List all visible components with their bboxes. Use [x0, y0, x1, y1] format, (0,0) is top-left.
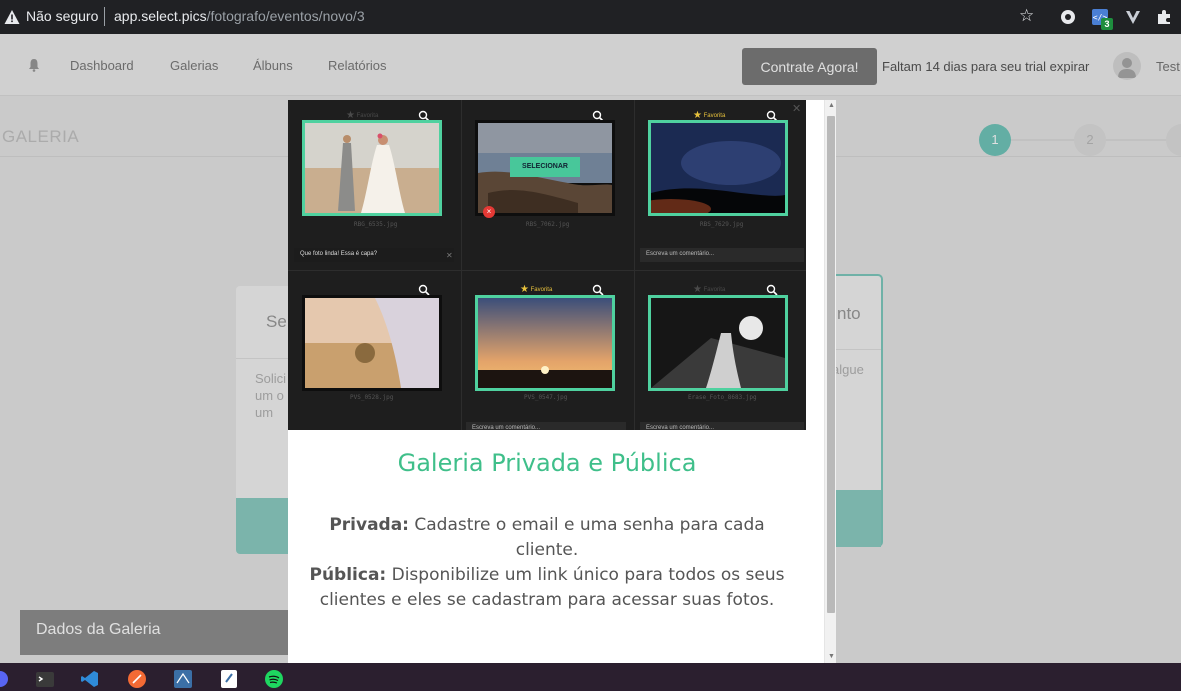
user-icon	[1118, 58, 1136, 78]
card-heading: Se	[266, 312, 287, 331]
favorite-label: Favorita	[703, 113, 726, 119]
user-name[interactable]: Test	[1156, 59, 1180, 74]
close-icon[interactable]: ✕	[792, 102, 801, 115]
card-body: Solici um o um	[255, 370, 286, 421]
step-2: 2	[1074, 124, 1106, 156]
postman-icon[interactable]	[127, 669, 147, 689]
card-body-line: um o	[255, 388, 284, 403]
nav-albuns[interactable]: Álbuns	[253, 58, 293, 73]
wedding-beach-photo	[305, 123, 439, 213]
photo-tile	[631, 120, 788, 219]
nav-galerias[interactable]: Galerias	[170, 58, 218, 73]
comment-field: Escreva um comentário...	[640, 422, 804, 430]
gallery-option-card-left: Se Solici um o um	[236, 286, 296, 554]
contrate-agora-button[interactable]: Contrate Agora!	[742, 48, 877, 85]
security-label[interactable]: Não seguro	[26, 8, 98, 24]
photo-filename: RBS_7629.jpg	[700, 221, 744, 228]
url-separator	[104, 7, 105, 26]
bookmark-star-icon[interactable]: ☆	[1019, 6, 1034, 26]
clear-comment-icon: ✕	[446, 251, 453, 260]
public-label: Pública:	[309, 565, 387, 585]
vscode-icon[interactable]	[80, 669, 100, 689]
scroll-up-icon[interactable]: ▲	[828, 102, 835, 109]
grid-divider	[288, 270, 806, 271]
night-sky-photo	[631, 123, 785, 219]
user-avatar[interactable]	[1113, 52, 1141, 80]
grid-divider	[634, 100, 635, 430]
url-host: app.select.pics	[114, 8, 207, 24]
dance-bw-photo	[651, 298, 785, 388]
modal-description: Privada: Cadastre o email e uma senha pa…	[308, 513, 786, 613]
trial-notice: Faltam 14 dias para seu trial expirar	[882, 59, 1090, 74]
scrollbar-thumb[interactable]	[827, 116, 835, 613]
grid-divider	[461, 100, 462, 430]
scroll-down-icon[interactable]: ▼	[828, 653, 835, 660]
favorite-label: Favorita	[530, 287, 553, 293]
dados-galeria-header: Dados da Galeria	[20, 610, 288, 655]
favorite-badge: ★ Favorita	[520, 284, 553, 295]
favorite-badge: ★ Favorita	[693, 284, 726, 295]
notification-bell-icon[interactable]	[27, 58, 41, 72]
url-path: /fotografo/eventos/novo/3	[206, 8, 365, 24]
comment-field: Escreva um comentário...	[466, 422, 626, 430]
photo-filename: PVS_0547.jpg	[524, 394, 568, 401]
address-bar[interactable]: app.select.pics/fotografo/eventos/novo/3	[114, 8, 365, 24]
text-editor-icon[interactable]	[219, 669, 239, 689]
favorite-label: Favorita	[703, 287, 726, 293]
os-taskbar	[0, 663, 1181, 691]
app-navbar: Dashboard Galerias Álbuns Relatórios Con…	[0, 34, 1181, 96]
private-label: Privada:	[329, 515, 409, 535]
discord-icon[interactable]	[0, 669, 20, 689]
photo-tile	[302, 120, 442, 216]
favorite-label: Favorita	[356, 113, 379, 119]
select-photo-button: SELECIONAR	[510, 157, 580, 177]
step-3	[1166, 124, 1181, 156]
card-heading: nto	[837, 304, 861, 323]
photo-filename: Erase_Foto_8683.jpg	[688, 394, 757, 401]
photo-tile	[475, 295, 615, 391]
nav-relatorios[interactable]: Relatórios	[328, 58, 387, 73]
photo-filename: RBG_6535.jpg	[354, 221, 398, 228]
page-title: GALERIA	[2, 127, 80, 146]
photo-filename: PVS_0528.jpg	[350, 394, 394, 401]
step-1: 1	[979, 124, 1011, 156]
gallery-preview-image: ★ Favorita RBG_6535.jpg SELECIONAR × RBS…	[288, 100, 806, 430]
card-divider	[236, 358, 296, 359]
spotify-icon[interactable]	[264, 669, 284, 689]
comment-field: Escreva um comentário...	[640, 248, 804, 262]
photo-tile	[648, 295, 788, 391]
public-text: Disponibilize um link único para todos o…	[319, 565, 785, 610]
extension-v-icon[interactable]	[1124, 8, 1142, 26]
sunset-photo	[478, 298, 612, 388]
wheat-field-photo	[305, 298, 439, 388]
photo-tile	[302, 295, 442, 391]
warning-icon	[4, 10, 20, 24]
step-connector	[1011, 139, 1074, 141]
card-body: algue	[832, 362, 864, 377]
terminal-icon[interactable]	[35, 669, 55, 689]
card-select-button[interactable]	[236, 498, 296, 554]
card-body-line: Solici	[255, 371, 287, 386]
modal-title: Galeria Privada e Pública	[397, 449, 697, 477]
step-connector	[1106, 139, 1166, 141]
info-modal: ★ Favorita RBG_6535.jpg SELECIONAR × RBS…	[288, 100, 836, 663]
extension-badge: 3	[1101, 18, 1113, 30]
extension-globe-icon[interactable]	[1059, 8, 1077, 26]
private-text: Cadastre o email e uma senha para cada c…	[408, 515, 765, 560]
mysql-workbench-icon[interactable]	[173, 669, 193, 689]
photo-filename: RBS_7062.jpg	[526, 221, 570, 228]
remove-icon: ×	[483, 206, 495, 218]
nav-dashboard[interactable]: Dashboard	[70, 58, 134, 73]
comment-field: Que foto linda! Essa é capa?	[294, 248, 454, 262]
modal-scrollbar[interactable]: ▲ ▼	[824, 100, 836, 663]
browser-toolbar: Não seguro app.select.pics/fotografo/eve…	[0, 0, 1181, 34]
card-body-line: um	[255, 405, 274, 420]
extensions-puzzle-icon[interactable]	[1155, 8, 1173, 26]
